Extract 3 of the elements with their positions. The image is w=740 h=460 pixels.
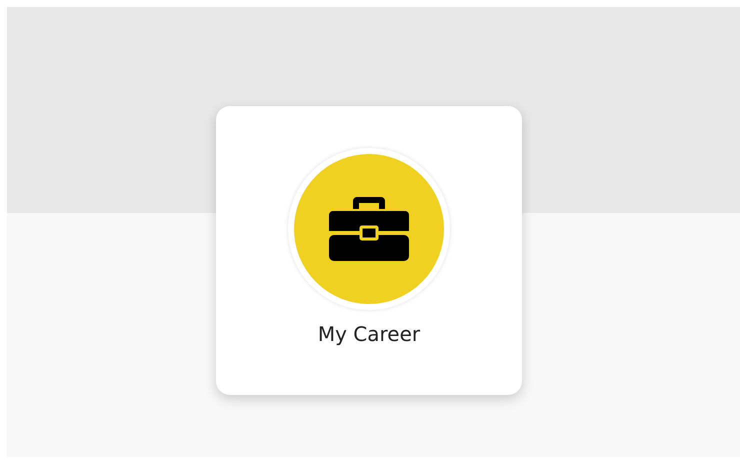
tile-label: My Career: [318, 322, 420, 346]
career-card[interactable]: My Career: [216, 106, 522, 395]
briefcase-icon: [329, 197, 409, 261]
